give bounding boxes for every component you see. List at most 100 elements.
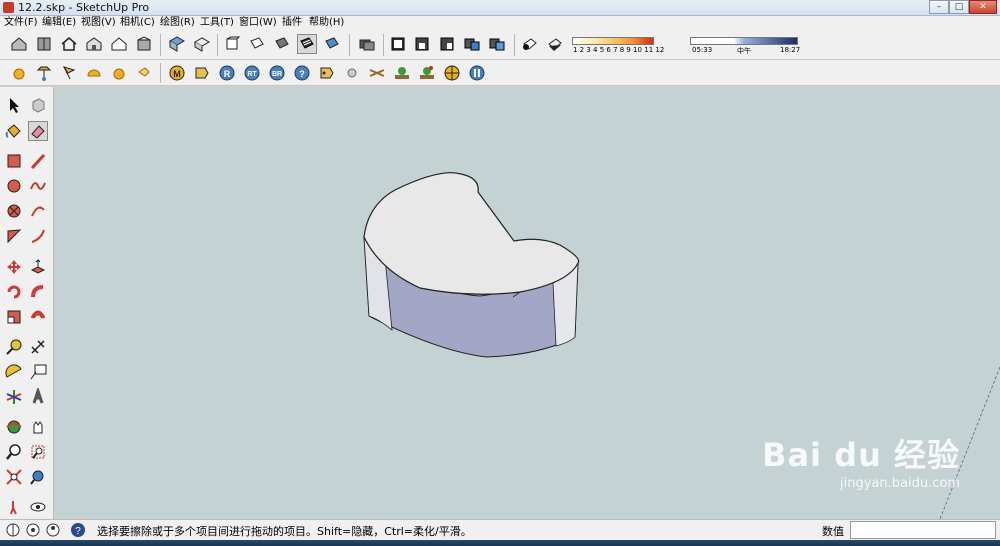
pie-icon[interactable] — [4, 226, 24, 246]
pan-icon[interactable] — [28, 417, 48, 437]
zoom-prev-icon[interactable] — [28, 467, 48, 487]
menu-window[interactable]: 窗口(W) — [239, 16, 277, 30]
components-icon[interactable] — [412, 34, 432, 54]
circle-icon[interactable] — [4, 176, 24, 196]
tree-alt-icon[interactable] — [417, 63, 437, 83]
user-icon[interactable] — [43, 520, 63, 540]
menu-view[interactable]: 视图(V) — [81, 16, 116, 30]
iso-view-icon[interactable] — [167, 34, 187, 54]
front-view-icon[interactable] — [222, 34, 242, 54]
model-viewport[interactable]: Bai du 经验 jingyan.baidu.com — [54, 87, 1000, 519]
measurements-input[interactable] — [850, 521, 996, 539]
menu-plugins[interactable]: 插件 — [282, 16, 302, 30]
window-title: 12.2.skp - SketchUp Pro — [18, 1, 150, 14]
menu-help[interactable]: 帮助(H) — [309, 16, 344, 30]
top-view-icon[interactable] — [192, 34, 212, 54]
freehand-icon[interactable] — [28, 176, 48, 196]
walk-icon[interactable] — [4, 497, 24, 517]
zoom-window-icon[interactable] — [28, 442, 48, 462]
text-icon[interactable] — [28, 362, 48, 382]
select-icon[interactable] — [4, 95, 24, 115]
time-end: 18:27 — [780, 46, 801, 54]
sketchup-logo-icon — [3, 2, 14, 13]
arc2-icon[interactable] — [28, 226, 48, 246]
menu-file[interactable]: 文件(F) — [4, 16, 38, 30]
svg-text:M: M — [173, 69, 181, 79]
house-outline-icon[interactable] — [84, 34, 104, 54]
help-button[interactable]: ? — [292, 63, 312, 83]
styles-icon[interactable] — [462, 34, 482, 54]
plugin-br-button[interactable]: BR — [267, 63, 287, 83]
follow-me-icon[interactable] — [28, 282, 48, 302]
credits-icon[interactable] — [23, 520, 43, 540]
right-view-icon[interactable] — [247, 34, 267, 54]
target-icon[interactable] — [442, 63, 462, 83]
menu-tools[interactable]: 工具(T) — [200, 16, 234, 30]
svg-text:BR: BR — [272, 71, 282, 78]
shaded-style-icon[interactable] — [297, 34, 317, 54]
paint-bucket-icon[interactable] — [4, 121, 24, 141]
tag-icon[interactable] — [192, 63, 212, 83]
time-slider[interactable] — [690, 37, 798, 45]
geo-location-icon[interactable] — [3, 520, 23, 540]
rectangle-icon[interactable] — [4, 151, 24, 171]
layers-icon[interactable] — [388, 34, 408, 54]
menu-camera[interactable]: 相机(C) — [120, 16, 155, 30]
tape-measure-icon[interactable] — [4, 337, 24, 357]
zoom-icon[interactable] — [4, 442, 24, 462]
arc-icon[interactable] — [28, 201, 48, 221]
texture-style-icon[interactable] — [322, 34, 342, 54]
back-view-icon[interactable] — [272, 34, 292, 54]
vcb-label: 数值 — [822, 525, 844, 538]
box-icon[interactable] — [134, 34, 154, 54]
push-pull-icon[interactable] — [28, 257, 48, 277]
grass-icon[interactable] — [367, 63, 387, 83]
protractor-icon[interactable] — [4, 362, 24, 382]
month-slider[interactable] — [572, 37, 654, 45]
plugin-r-button[interactable]: R — [217, 63, 237, 83]
shadows-icon[interactable] — [487, 34, 507, 54]
scale-icon[interactable] — [4, 307, 24, 327]
materials-icon[interactable] — [437, 34, 457, 54]
menu-draw[interactable]: 绘图(R) — [160, 16, 195, 30]
plugin-m-button[interactable]: M — [167, 63, 187, 83]
dome-icon[interactable] — [84, 63, 104, 83]
maximize-button[interactable]: □ — [949, 0, 969, 14]
menu-edit[interactable]: 编辑(E) — [42, 16, 76, 30]
tree-icon[interactable] — [392, 63, 412, 83]
look-around-icon[interactable] — [28, 497, 48, 517]
close-button[interactable]: ✕ — [969, 0, 997, 14]
fog-icon[interactable] — [520, 34, 540, 54]
axes-icon[interactable] — [4, 387, 24, 407]
shadow-toggle-icon[interactable] — [545, 34, 565, 54]
dimension-icon[interactable] — [28, 337, 48, 357]
sphere-grey-icon[interactable] — [342, 63, 362, 83]
house-open-icon[interactable] — [109, 34, 129, 54]
pause-icon[interactable] — [467, 63, 487, 83]
eraser-icon[interactable] — [28, 121, 48, 141]
status-message: 选择要擦除或于多个项目间进行拖动的项目。Shift=隐藏，Ctrl=柔化/平滑。 — [97, 525, 472, 538]
label-icon[interactable] — [317, 63, 337, 83]
line-icon[interactable] — [28, 151, 48, 171]
move-icon[interactable] — [4, 257, 24, 277]
lamp-icon[interactable] — [34, 63, 54, 83]
sunrise-icon[interactable] — [134, 63, 154, 83]
xray-icon[interactable] — [357, 34, 377, 54]
book-icon[interactable] — [34, 34, 54, 54]
plugin-rt-button[interactable]: RT — [242, 63, 262, 83]
minimize-button[interactable]: – — [929, 0, 949, 14]
sphere-icon[interactable] — [109, 63, 129, 83]
instructor-icon[interactable]: ? — [68, 520, 88, 540]
menu-bar: 文件(F) 编辑(E) 视图(V) 相机(C) 绘图(R) 工具(T) 窗口(W… — [0, 16, 1000, 30]
rotate-icon[interactable] — [4, 282, 24, 302]
flag-icon[interactable] — [59, 63, 79, 83]
sun-icon[interactable] — [9, 63, 29, 83]
home-icon[interactable] — [59, 34, 79, 54]
zoom-extents-icon[interactable] — [4, 467, 24, 487]
component-icon[interactable] — [28, 95, 48, 115]
orbit-icon[interactable] — [4, 417, 24, 437]
house-icon[interactable] — [9, 34, 29, 54]
3d-text-icon[interactable] — [28, 387, 48, 407]
offset-icon[interactable] — [28, 307, 48, 327]
polygon-icon[interactable] — [4, 201, 24, 221]
